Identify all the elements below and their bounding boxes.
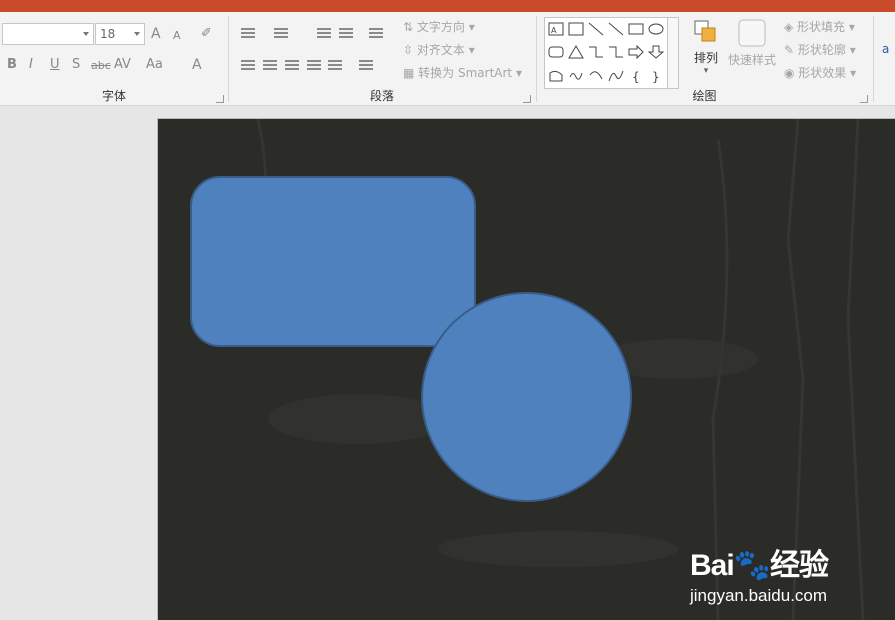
- textbox-icon[interactable]: A: [548, 22, 564, 36]
- rounded-rectangle-shape[interactable]: [190, 176, 476, 347]
- columns-icon[interactable]: [359, 60, 373, 72]
- right-brace-icon[interactable]: }: [648, 69, 664, 83]
- down-arrow-icon[interactable]: [648, 45, 664, 59]
- elbow-arrow-icon[interactable]: [608, 45, 624, 59]
- shrink-font-button[interactable]: A: [173, 27, 181, 45]
- vertical-textbox-icon[interactable]: [568, 22, 584, 36]
- align-text-button[interactable]: ⇳ 对齐文本 ▾: [403, 41, 475, 59]
- arrange-icon: [694, 20, 716, 42]
- rectangle-icon[interactable]: [628, 22, 644, 36]
- group-divider: [873, 16, 874, 102]
- justify-icon[interactable]: [307, 60, 321, 72]
- align-right-icon[interactable]: [285, 60, 299, 72]
- title-bar: [0, 0, 895, 12]
- change-case-button[interactable]: Aa: [146, 56, 163, 74]
- right-arrow-icon[interactable]: [628, 45, 644, 59]
- underline-button[interactable]: U: [50, 56, 60, 74]
- font-color-button[interactable]: A: [192, 56, 202, 74]
- increase-indent-icon[interactable]: [339, 28, 353, 40]
- freeform-icon[interactable]: [548, 69, 564, 83]
- watermark-logo: Bai🐾经验: [690, 549, 829, 582]
- rounded-rect-icon[interactable]: [548, 45, 564, 59]
- dialog-launcher-icon[interactable]: [860, 95, 868, 103]
- quick-styles-label: 快速样式: [727, 53, 776, 67]
- oval-shape[interactable]: [421, 292, 632, 502]
- font-name-combo[interactable]: [2, 23, 94, 45]
- distributed-icon[interactable]: [328, 60, 342, 72]
- triangle-icon[interactable]: [568, 45, 584, 59]
- text-direction-label: 文字方向: [416, 20, 465, 34]
- chevron-down-icon: [83, 32, 89, 36]
- text-direction-button[interactable]: ⇅ 文字方向 ▾: [403, 18, 475, 36]
- paragraph-group: ⇅ 文字方向 ▾ ⇳ 对齐文本 ▾ ▦ 转换为 SmartArt ▾ 段落: [229, 12, 535, 106]
- paragraph-group-label: 段落: [369, 89, 394, 103]
- svg-text:{: {: [632, 70, 640, 83]
- scribble-icon[interactable]: [568, 69, 584, 83]
- chevron-down-icon: ▾: [703, 66, 709, 76]
- shape-effects-label: 形状效果: [798, 66, 847, 80]
- strikethrough-button[interactable]: abc: [91, 57, 111, 75]
- arrow-line-icon[interactable]: [608, 22, 624, 36]
- convert-smartart-button[interactable]: ▦ 转换为 SmartArt ▾: [403, 64, 522, 82]
- arrange-button[interactable]: 排列 ▾: [688, 18, 724, 76]
- svg-text:}: }: [652, 70, 660, 83]
- grow-font-button[interactable]: A: [151, 25, 161, 43]
- quick-styles-button[interactable]: 快速样式: [726, 18, 778, 68]
- shadow-button[interactable]: S: [72, 56, 80, 74]
- font-group-label: 字体: [101, 89, 126, 103]
- svg-text:A: A: [551, 26, 557, 35]
- italic-button[interactable]: I: [29, 56, 33, 74]
- dialog-launcher-icon[interactable]: [216, 95, 224, 103]
- editing-icon[interactable]: a: [882, 40, 889, 58]
- shapes-gallery[interactable]: A { }: [544, 17, 679, 89]
- clear-format-icon[interactable]: ✐: [201, 25, 212, 43]
- align-left-icon[interactable]: [241, 60, 255, 72]
- left-brace-icon[interactable]: {: [628, 69, 644, 83]
- shape-outline-button[interactable]: ✎ 形状轮廓 ▾: [784, 41, 856, 59]
- drawing-group-label: 绘图: [692, 89, 717, 103]
- font-size-value: 18: [100, 27, 116, 41]
- align-text-label: 对齐文本: [416, 43, 465, 57]
- oval-icon[interactable]: [648, 22, 664, 36]
- curve-icon[interactable]: [608, 69, 624, 83]
- gallery-scrollbar[interactable]: [667, 17, 679, 89]
- line-icon[interactable]: [588, 22, 604, 36]
- font-group: 18 A A ✐ B I U S abc AV Aa A 字体: [0, 12, 228, 106]
- arc-icon[interactable]: [588, 69, 604, 83]
- font-size-combo[interactable]: 18: [95, 23, 145, 45]
- align-center-icon[interactable]: [263, 60, 277, 72]
- bullets-icon[interactable]: [241, 28, 255, 40]
- line-spacing-icon[interactable]: [369, 28, 383, 40]
- bold-button[interactable]: B: [7, 56, 17, 74]
- numbering-icon[interactable]: [274, 28, 288, 40]
- shape-fill-label: 形状填充: [797, 20, 846, 34]
- watermark: Bai🐾经验 jingyan.baidu.com: [690, 540, 829, 606]
- char-spacing-button[interactable]: AV: [114, 56, 131, 74]
- shape-fill-button[interactable]: ◈ 形状填充 ▾: [784, 18, 855, 36]
- decrease-indent-icon[interactable]: [317, 28, 331, 40]
- arrange-label: 排列: [693, 51, 718, 65]
- shape-outline-label: 形状轮廓: [797, 43, 846, 57]
- ribbon: 18 A A ✐ B I U S abc AV Aa A 字体 ⇅ 文字方向 ▾…: [0, 12, 895, 106]
- dialog-launcher-icon[interactable]: [523, 95, 531, 103]
- shape-effects-button[interactable]: ◉ 形状效果 ▾: [784, 64, 856, 82]
- elbow-connector-icon[interactable]: [588, 45, 604, 59]
- chevron-down-icon: [134, 32, 140, 36]
- quick-styles-icon: [738, 19, 766, 47]
- convert-smartart-label: 转换为 SmartArt: [418, 66, 513, 80]
- watermark-url: jingyan.baidu.com: [690, 586, 828, 605]
